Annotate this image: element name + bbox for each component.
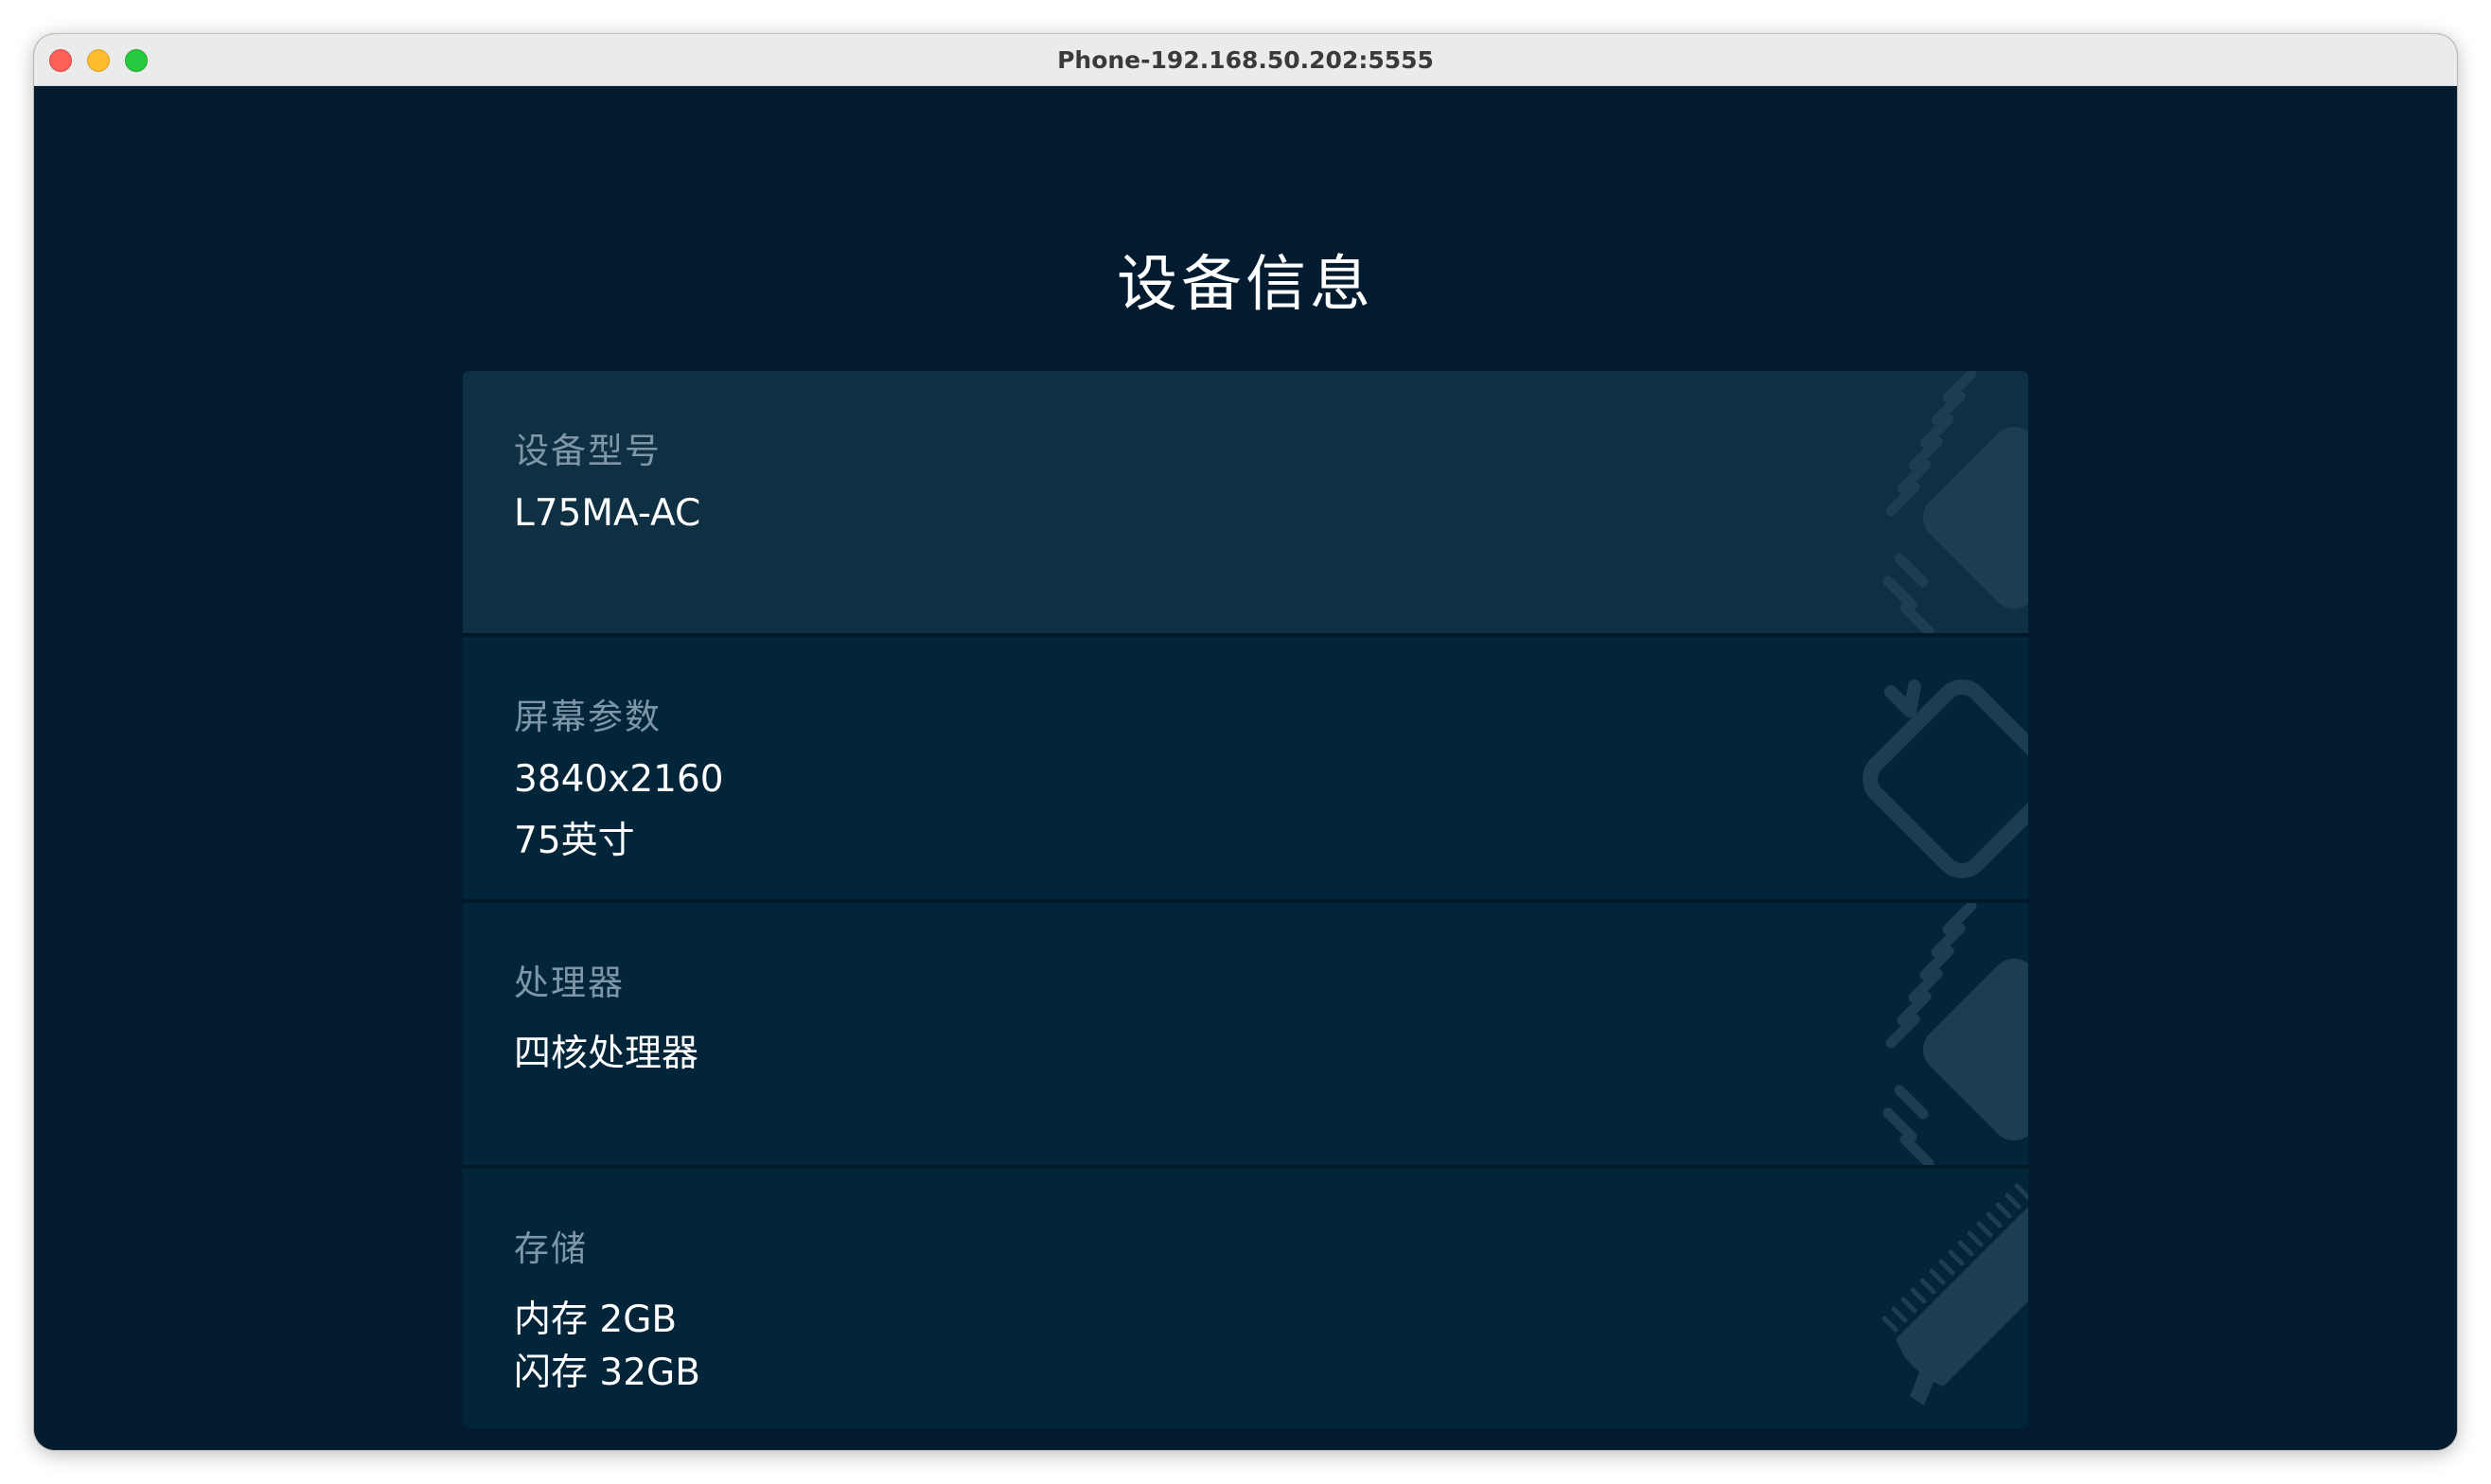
card-value: L75MA-AC <box>514 492 701 535</box>
title-bar[interactable]: Phone-192.168.50.202:5555 <box>34 34 2457 86</box>
card-value-flash: 闪存 32GB <box>514 1352 700 1394</box>
card-screen-params[interactable]: 屏幕参数 3840x2160 75英寸 <box>463 637 2028 899</box>
device-info-list: 设备型号 L75MA-AC 屏幕参数 3840x2160 75英寸 处理器 四核… <box>463 371 2028 1428</box>
tv-screen-icon <box>1863 680 2028 878</box>
card-value-resolution: 3840x2160 <box>514 758 724 801</box>
card-label: 设备型号 <box>514 431 662 471</box>
card-label: 屏幕参数 <box>514 697 662 737</box>
card-storage[interactable]: 存储 内存 2GB 闪存 32GB <box>463 1169 2028 1428</box>
page-title: 设备信息 <box>1117 250 1374 320</box>
window-title: Phone-192.168.50.202:5555 <box>1057 46 1434 74</box>
card-label: 存储 <box>514 1228 588 1269</box>
chip-icon <box>1882 371 2028 633</box>
app-window: Phone-192.168.50.202:5555 设备信息 设备型号 L75M… <box>34 34 2457 1450</box>
card-device-model[interactable]: 设备型号 L75MA-AC <box>463 371 2028 633</box>
card-value-ram: 内存 2GB <box>514 1298 678 1341</box>
card-processor[interactable]: 处理器 四核处理器 <box>463 903 2028 1165</box>
card-value: 四核处理器 <box>514 1033 699 1075</box>
processor-icon <box>1882 903 2028 1165</box>
card-value-size: 75英寸 <box>514 820 635 862</box>
memory-module-icon <box>1882 1183 2028 1405</box>
card-label: 处理器 <box>514 963 625 1003</box>
device-info-page: 设备信息 设备型号 L75MA-AC 屏幕参数 3840x2160 75英寸 处… <box>34 86 2457 1450</box>
